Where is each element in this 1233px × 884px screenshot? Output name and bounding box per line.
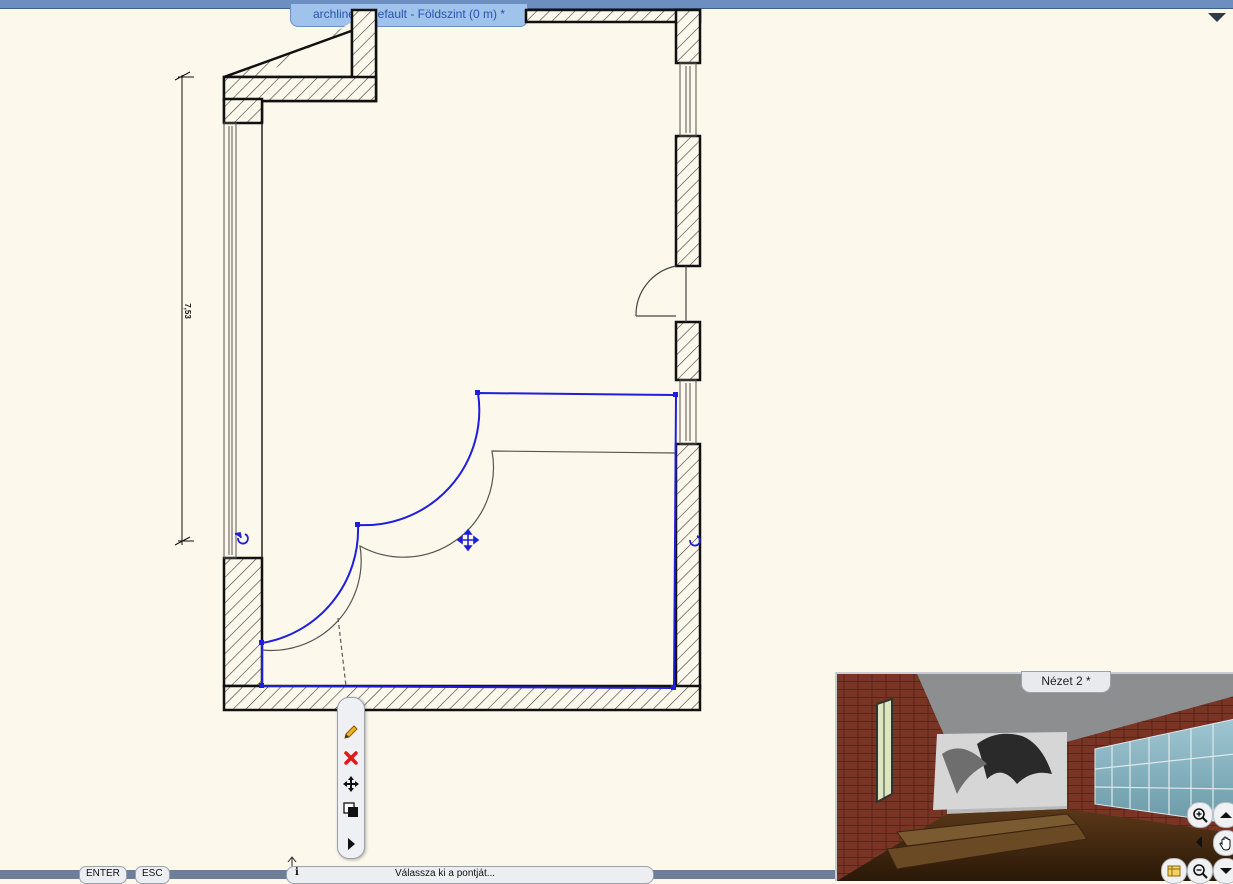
navigation-controls: [1161, 800, 1233, 884]
status-hint: i Válassza ki a pontját...: [286, 866, 654, 884]
door-right: [635, 265, 687, 322]
wall-top-right: [524, 8, 702, 24]
delete-icon[interactable]: [341, 748, 361, 768]
stair-outline: [261, 450, 677, 687]
copy-icon[interactable]: [341, 800, 361, 820]
arrow-down-icon[interactable]: [1213, 858, 1233, 884]
3d-view-panel[interactable]: [835, 672, 1233, 881]
arrow-left-icon[interactable]: [1187, 830, 1211, 854]
floating-toolbar: [337, 697, 365, 859]
enter-key-button[interactable]: ENTER: [79, 866, 127, 884]
wall-right-2: [674, 134, 702, 268]
pencil-icon[interactable]: [341, 722, 361, 742]
wall-left-bottom: [222, 556, 264, 688]
wall-right-1: [674, 8, 702, 65]
zoom-out-icon[interactable]: [1187, 858, 1213, 884]
wall-top: [222, 75, 378, 103]
wall-right-4: [674, 442, 702, 690]
walls: [222, 8, 702, 712]
window-left: [223, 122, 263, 559]
wall-corner: [222, 97, 264, 125]
view2-tab[interactable]: Nézet 2 *: [1021, 671, 1111, 693]
move-handle-icon[interactable]: [456, 528, 480, 552]
zoom-in-icon[interactable]: [1187, 802, 1213, 828]
info-icon: i: [295, 867, 299, 878]
layers-icon[interactable]: [1161, 858, 1187, 884]
wall-bottom: [222, 684, 702, 712]
3d-render: [837, 674, 1233, 881]
esc-key-button[interactable]: ESC: [135, 866, 170, 884]
move-icon[interactable]: [341, 774, 361, 794]
dimension-label: 7,53: [183, 303, 192, 319]
rotate-handle-left-icon[interactable]: [234, 531, 249, 545]
wall-right-3: [674, 320, 702, 382]
arrow-up-icon[interactable]: [1213, 802, 1233, 828]
expand-arrow-icon[interactable]: [341, 834, 361, 854]
pan-hand-icon[interactable]: [1213, 830, 1233, 856]
